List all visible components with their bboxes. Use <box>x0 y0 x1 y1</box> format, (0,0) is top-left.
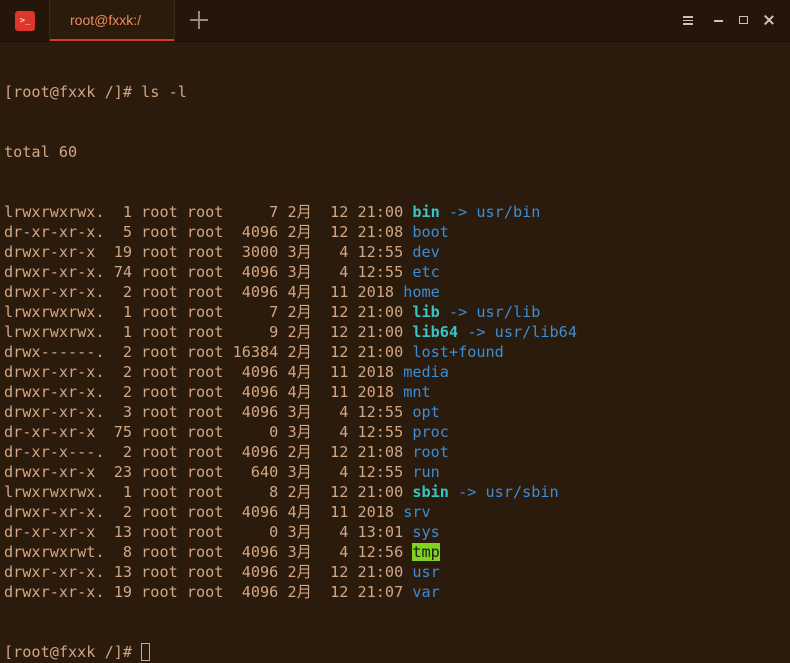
listing-row: dr-xr-xr-x. 5 root root 4096 2月 12 21:08… <box>4 222 790 242</box>
entry-meta: dr-xr-xr-x 13 root root 0 3月 4 13:01 <box>4 523 413 541</box>
entry-name: media <box>403 363 449 381</box>
listing-row: drwxr-xr-x. 3 root root 4096 3月 4 12:55 … <box>4 402 790 422</box>
entry-name: bin <box>412 203 440 221</box>
entry-name: usr <box>412 563 440 581</box>
entry-meta: lrwxrwxrwx. 1 root root 8 2月 12 21:00 <box>4 483 413 501</box>
listing-row: drwx------. 2 root root 16384 2月 12 21:0… <box>4 342 790 362</box>
symlink-arrow: -> <box>448 483 486 501</box>
symlink-target: usr/bin <box>476 203 541 221</box>
title-bar: >_ root@fxxk:/ <box>0 0 790 42</box>
entry-meta: drwxr-xr-x. 13 root root 4096 2月 12 21:0… <box>4 563 413 581</box>
listing-row: drwxr-xr-x. 2 root root 4096 4月 11 2018 … <box>4 502 790 522</box>
entry-meta: drwxr-xr-x. 2 root root 4096 4月 11 2018 <box>4 363 404 381</box>
listing-row: drwxr-xr-x. 2 root root 4096 4月 11 2018 … <box>4 362 790 382</box>
entry-name: sys <box>412 523 440 541</box>
entry-meta: drwxr-xr-x. 19 root root 4096 2月 12 21:0… <box>4 583 413 601</box>
entry-meta: lrwxrwxrwx. 1 root root 7 2月 12 21:00 <box>4 203 413 221</box>
tab-title: root@fxxk:/ <box>70 12 142 28</box>
symlink-target: usr/lib <box>476 303 541 321</box>
terminal-window: >_ root@fxxk:/ [root@fxxk /]# ls -l tota… <box>0 0 790 663</box>
listing-row: drwxr-xr-x 19 root root 3000 3月 4 12:55 … <box>4 242 790 262</box>
entry-meta: lrwxrwxrwx. 1 root root 7 2月 12 21:00 <box>4 303 413 321</box>
symlink-target: usr/sbin <box>485 483 559 501</box>
entry-name: lost+found <box>412 343 504 361</box>
entry-meta: drwxrwxrwt. 8 root root 4096 3月 4 12:56 <box>4 543 413 561</box>
entry-name: proc <box>412 423 449 441</box>
entry-name: run <box>412 463 440 481</box>
listing-row: lrwxrwxrwx. 1 root root 7 2月 12 21:00 bi… <box>4 202 790 222</box>
new-tab-plus-icon[interactable] <box>190 11 208 29</box>
entry-meta: drwxr-xr-x. 3 root root 4096 3月 4 12:55 <box>4 403 413 421</box>
maximize-icon[interactable] <box>738 14 750 26</box>
listing-row: lrwxrwxrwx. 1 root root 9 2月 12 21:00 li… <box>4 322 790 342</box>
listing-row: drwxr-xr-x. 74 root root 4096 3月 4 12:55… <box>4 262 790 282</box>
entry-name: lib64 <box>412 323 459 341</box>
entry-meta: drwxr-xr-x. 2 root root 4096 4月 11 2018 <box>4 503 404 521</box>
entry-meta: dr-xr-x---. 2 root root 4096 2月 12 21:08 <box>4 443 413 461</box>
entry-meta: drwxr-xr-x. 74 root root 4096 3月 4 12:55 <box>4 263 413 281</box>
entry-meta: dr-xr-xr-x 75 root root 0 3月 4 12:55 <box>4 423 413 441</box>
entry-name: lib <box>412 303 440 321</box>
close-icon[interactable] <box>763 14 775 26</box>
symlink-arrow: -> <box>458 323 495 341</box>
minimize-icon[interactable] <box>713 14 725 26</box>
terminal-app-icon: >_ <box>15 11 35 31</box>
listing-row: lrwxrwxrwx. 1 root root 7 2月 12 21:00 li… <box>4 302 790 322</box>
symlink-arrow: -> <box>439 303 477 321</box>
listing-row: dr-xr-xr-x 13 root root 0 3月 4 13:01 sys <box>4 522 790 542</box>
command-line: [root@fxxk /]# ls -l <box>4 83 187 101</box>
prompt-text: [root@fxxk /]# <box>4 643 142 661</box>
tab-terminal[interactable]: root@fxxk:/ <box>49 0 175 41</box>
listing: lrwxrwxrwx. 1 root root 7 2月 12 21:00 bi… <box>4 202 790 602</box>
entry-meta: dr-xr-xr-x. 5 root root 4096 2月 12 21:08 <box>4 223 413 241</box>
entry-name: sbin <box>412 483 449 501</box>
hamburger-menu-icon[interactable] <box>683 14 695 26</box>
listing-row: drwxrwxrwt. 8 root root 4096 3月 4 12:56 … <box>4 542 790 562</box>
symlink-target: usr/lib64 <box>494 323 577 341</box>
entry-name: dev <box>412 243 440 261</box>
symlink-arrow: -> <box>439 203 477 221</box>
listing-row: drwxr-xr-x. 13 root root 4096 2月 12 21:0… <box>4 562 790 582</box>
entry-name: var <box>412 583 440 601</box>
listing-row: drwxr-xr-x. 2 root root 4096 4月 11 2018 … <box>4 382 790 402</box>
entry-name: opt <box>412 403 440 421</box>
entry-meta: drwx------. 2 root root 16384 2月 12 21:0… <box>4 343 413 361</box>
listing-row: drwxr-xr-x. 19 root root 4096 2月 12 21:0… <box>4 582 790 602</box>
entry-meta: drwxr-xr-x 19 root root 3000 3月 4 12:55 <box>4 243 413 261</box>
prompt-line: [root@fxxk /]# <box>4 642 790 662</box>
entry-name: boot <box>412 223 449 241</box>
listing-row: drwxr-xr-x. 2 root root 4096 4月 11 2018 … <box>4 282 790 302</box>
entry-name: mnt <box>403 383 431 401</box>
entry-meta: lrwxrwxrwx. 1 root root 9 2月 12 21:00 <box>4 323 413 341</box>
entry-meta: drwxr-xr-x 23 root root 640 3月 4 12:55 <box>4 463 413 481</box>
listing-row: dr-xr-xr-x 75 root root 0 3月 4 12:55 pro… <box>4 422 790 442</box>
listing-row: dr-xr-x---. 2 root root 4096 2月 12 21:08… <box>4 442 790 462</box>
entry-name: tmp <box>412 543 440 561</box>
entry-name: root <box>412 443 449 461</box>
terminal-output[interactable]: [root@fxxk /]# ls -l total 60 lrwxrwxrwx… <box>0 42 790 663</box>
cursor[interactable] <box>141 643 151 661</box>
entry-meta: drwxr-xr-x. 2 root root 4096 4月 11 2018 <box>4 383 404 401</box>
entry-name: srv <box>403 503 431 521</box>
total-line: total 60 <box>4 143 78 161</box>
listing-row: drwxr-xr-x 23 root root 640 3月 4 12:55 r… <box>4 462 790 482</box>
active-tab-indicator <box>50 39 174 41</box>
entry-meta: drwxr-xr-x. 2 root root 4096 4月 11 2018 <box>4 283 404 301</box>
listing-row: lrwxrwxrwx. 1 root root 8 2月 12 21:00 sb… <box>4 482 790 502</box>
entry-name: etc <box>412 263 440 281</box>
entry-name: home <box>403 283 440 301</box>
